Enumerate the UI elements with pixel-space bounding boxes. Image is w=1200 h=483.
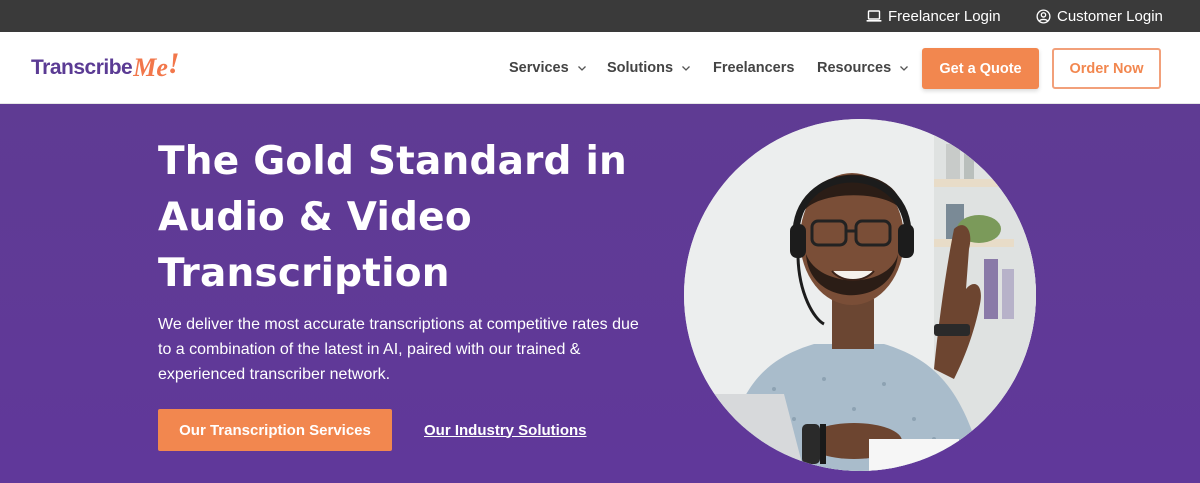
hero-title-line: Audio & Video: [158, 195, 472, 240]
hero-title-line: Transcription: [158, 251, 450, 296]
customer-login-link[interactable]: Customer Login: [1036, 0, 1163, 32]
chevron-down-icon: [577, 66, 586, 71]
hero-subtitle: We deliver the most accurate transcripti…: [158, 316, 639, 383]
logo-me: Me: [133, 53, 168, 82]
hero-photo: [684, 119, 1036, 471]
nav-item-services[interactable]: Services: [509, 32, 587, 104]
industry-solutions-link[interactable]: Our Industry Solutions: [424, 409, 587, 451]
chevron-down-icon: [900, 66, 909, 71]
laptop-icon: [866, 9, 882, 23]
chevron-down-icon: [682, 66, 691, 71]
main-nav: Transcribe Me ! Services Solutions Freel…: [0, 32, 1200, 104]
nav-item-label: Resources: [817, 60, 892, 76]
get-a-quote-button[interactable]: Get a Quote: [922, 48, 1039, 89]
freelancer-login-label: Freelancer Login: [888, 7, 1001, 25]
order-now-button[interactable]: Order Now: [1052, 48, 1161, 89]
nav-item-label: Freelancers: [713, 60, 795, 76]
nav-item-label: Solutions: [607, 60, 674, 76]
logo-bang: !: [167, 47, 180, 80]
hero-title: The Gold Standard in Audio & Video Trans…: [158, 134, 658, 302]
nav-item-solutions[interactable]: Solutions: [607, 32, 691, 104]
hero-title-line: The Gold Standard in: [158, 139, 627, 184]
nav-item-label: Services: [509, 60, 569, 76]
nav-item-resources[interactable]: Resources: [817, 32, 909, 104]
nav-item-freelancers[interactable]: Freelancers: [713, 32, 794, 104]
user-circle-icon: [1036, 8, 1051, 24]
utility-bar: Freelancer Login Customer Login: [0, 0, 1200, 32]
transcription-services-button[interactable]: Our Transcription Services: [158, 409, 392, 451]
transcribeme-logo[interactable]: Transcribe Me !: [31, 46, 180, 90]
hero-section: The Gold Standard in Audio & Video Trans…: [0, 104, 1200, 483]
customer-login-label: Customer Login: [1057, 7, 1163, 25]
logo-text: Transcribe: [31, 56, 133, 79]
freelancer-login-link[interactable]: Freelancer Login: [866, 0, 1001, 32]
